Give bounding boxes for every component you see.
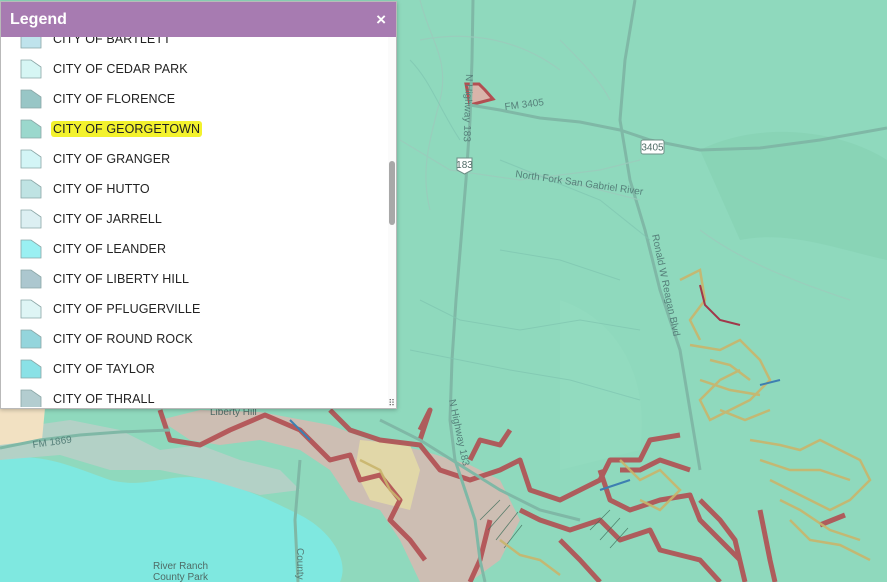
legend-title: Legend <box>10 10 67 28</box>
legend-item[interactable]: CITY OF BARTLETT <box>1 37 390 54</box>
legend-swatch-icon <box>20 389 42 407</box>
legend-item[interactable]: CITY OF FLORENCE <box>1 84 390 114</box>
legend-item[interactable]: CITY OF GRANGER <box>1 144 390 174</box>
legend-list-container[interactable]: CITY OF BARTLETT CITY OF CEDAR PARK CITY O… <box>1 37 390 407</box>
legend-item[interactable]: CITY OF LIBERTY HILL <box>1 264 390 294</box>
legend-swatch-icon <box>20 149 42 169</box>
legend-item[interactable]: CITY OF LEANDER <box>1 234 390 264</box>
legend-item[interactable]: CITY OF CEDAR PARK <box>1 54 390 84</box>
resize-handle-icon[interactable]: ⠿ <box>388 399 395 408</box>
legend-item-label: CITY OF THRALL <box>53 392 155 406</box>
legend-panel: Legend × CITY OF BARTLETT CITY OF CEDAR P… <box>0 1 397 409</box>
legend-swatch-icon <box>20 89 42 109</box>
legend-swatch-icon <box>20 37 42 49</box>
legend-swatch-icon <box>20 119 42 139</box>
legend-item-label: CITY OF CEDAR PARK <box>53 62 188 76</box>
legend-item[interactable]: CITY OF ROUND ROCK <box>1 324 390 354</box>
legend-item-label: CITY OF PFLUGERVILLE <box>53 302 201 316</box>
county-road-label: County <box>294 548 305 580</box>
river-ranch-label: River Ranch <box>153 561 208 572</box>
legend-item-label: CITY OF JARRELL <box>53 212 162 226</box>
county-park-label: County Park <box>153 572 209 582</box>
legend-swatch-icon <box>20 359 42 379</box>
legend-scrollbar[interactable] <box>388 37 396 407</box>
legend-swatch-icon <box>20 299 42 319</box>
close-icon[interactable]: × <box>376 11 386 28</box>
legend-item-label: CITY OF LEANDER <box>53 242 167 256</box>
legend-swatch-icon <box>20 239 42 259</box>
legend-item-label: CITY OF HUTTO <box>53 182 150 196</box>
legend-item-label: CITY OF FLORENCE <box>53 92 176 106</box>
legend-item[interactable]: CITY OF JARRELL <box>1 204 390 234</box>
legend-swatch-icon <box>20 179 42 199</box>
legend-item-label: CITY OF ROUND ROCK <box>53 332 193 346</box>
legend-item[interactable]: CITY OF THRALL <box>1 384 390 407</box>
legend-item-label: CITY OF LIBERTY HILL <box>53 272 190 286</box>
legend-swatch-icon <box>20 209 42 229</box>
legend-item-label: CITY OF GRANGER <box>53 152 171 166</box>
legend-item[interactable]: CITY OF HUTTO <box>1 174 390 204</box>
legend-swatch-icon <box>20 329 42 349</box>
legend-item-label: CITY OF GEORGETOWN <box>51 121 203 137</box>
scrollbar-thumb[interactable] <box>389 161 395 225</box>
legend-list: CITY OF BARTLETT CITY OF CEDAR PARK CITY O… <box>1 37 390 407</box>
legend-item[interactable]: CITY OF GEORGETOWN <box>1 114 390 144</box>
legend-item-label: CITY OF TAYLOR <box>53 362 155 376</box>
legend-item-label: CITY OF BARTLETT <box>53 37 171 46</box>
legend-item[interactable]: CITY OF TAYLOR <box>1 354 390 384</box>
legend-header[interactable]: Legend × <box>1 2 396 37</box>
svg-text:3405: 3405 <box>641 143 664 154</box>
legend-swatch-icon <box>20 59 42 79</box>
svg-text:183: 183 <box>456 160 473 171</box>
legend-swatch-icon <box>20 269 42 289</box>
legend-item[interactable]: CITY OF PFLUGERVILLE <box>1 294 390 324</box>
